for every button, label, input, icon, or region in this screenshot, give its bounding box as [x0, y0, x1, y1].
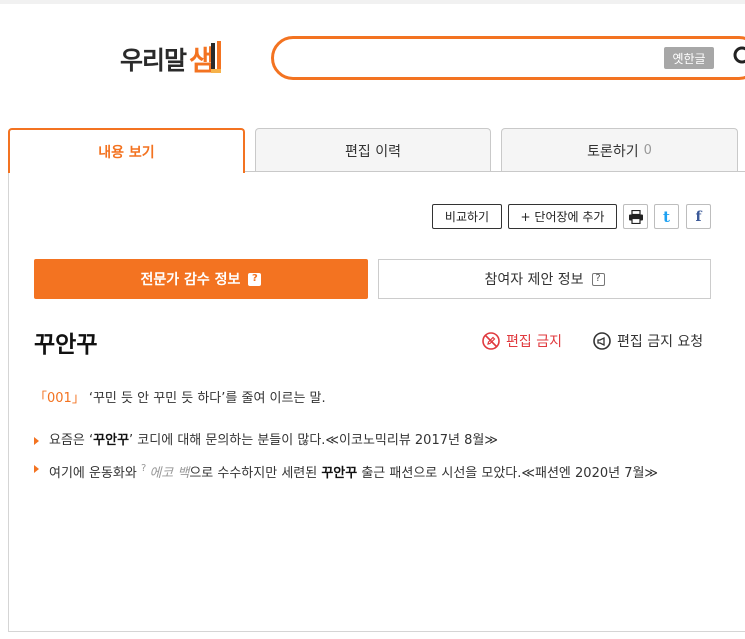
facebook-share-button[interactable]: f: [686, 204, 711, 229]
discussion-count: 0: [643, 143, 652, 158]
no-edit-icon: [482, 332, 500, 350]
headword: 꾸안꾸: [34, 332, 98, 358]
old-hangul-button[interactable]: 옛한글: [664, 47, 714, 69]
logo-bar: [211, 43, 216, 69]
edit-request-label: 편집 금지 요청: [617, 334, 704, 350]
example-text: 요즘은 ‘: [49, 433, 94, 448]
top-shade: [0, 0, 745, 4]
logo-bar: [217, 41, 222, 71]
definition-number: 「001」: [34, 391, 85, 406]
tab-label: 편집 이력: [345, 143, 401, 160]
twitter-icon: t: [663, 207, 670, 226]
print-button[interactable]: [623, 204, 648, 229]
help-icon[interactable]: ?: [248, 272, 262, 286]
example-item: 여기에 운동화와 ? 에코 백으로 수수하지만 세련된 꾸안꾸 출근 패션으로 시…: [34, 458, 724, 485]
example-headword: 꾸안꾸: [93, 433, 130, 448]
example-text: 으로 수수하지만 세련된: [189, 466, 322, 481]
search-icon[interactable]: [732, 45, 745, 69]
info-tab-label: 전문가 감수 정보: [140, 272, 241, 288]
add-to-wordbook-button[interactable]: + 단어장에 추가: [508, 204, 617, 229]
unverified-word-mark[interactable]: ?: [141, 463, 146, 474]
example-list: 요즘은 ‘꾸안꾸’ 코디에 대해 문의하는 분들이 많다.≪이코노믹리뷰 201…: [34, 430, 724, 491]
search-input[interactable]: [292, 47, 652, 69]
tab-participant-suggestion-info[interactable]: 참여자 제안 정보 ?: [378, 259, 711, 299]
site-logo[interactable]: 우리말 샘: [120, 38, 227, 80]
logo-bar: [211, 69, 222, 73]
help-icon[interactable]: ?: [591, 272, 605, 286]
logo-text: 우리말: [120, 46, 187, 75]
megaphone-icon: [593, 332, 611, 350]
tab-view-content[interactable]: 내용 보기: [8, 128, 245, 173]
definition-text: ‘꾸민 듯 안 꾸민 듯 하다’를 줄여 이르는 말.: [88, 391, 326, 406]
print-icon: [628, 209, 643, 224]
bullet-arrow-icon: [34, 465, 39, 473]
compare-button[interactable]: 비교하기: [432, 204, 502, 229]
example-item: 요즘은 ‘꾸안꾸’ 코디에 대해 문의하는 분들이 많다.≪이코노믹리뷰 201…: [34, 430, 724, 452]
tab-expert-review-info[interactable]: 전문가 감수 정보 ?: [34, 259, 368, 299]
search-box: 옛한글: [271, 36, 745, 80]
twitter-share-button[interactable]: t: [654, 204, 679, 229]
unverified-word: 에코 백: [149, 466, 190, 481]
definition: 「001」 ‘꾸민 듯 안 꾸민 듯 하다’를 줄여 이르는 말.: [34, 387, 326, 406]
example-headword: 꾸안꾸: [321, 466, 358, 481]
example-text: 여기에 운동화와: [49, 466, 141, 481]
tab-edit-history[interactable]: 편집 이력: [255, 128, 491, 172]
facebook-icon: f: [695, 208, 702, 225]
example-text: 출근 패션으로 시선을 모았다.≪패션엔 2020년 7월≫: [357, 466, 659, 481]
example-text: ’ 코디에 대해 문의하는 분들이 많다.≪이코노믹리뷰 2017년 8월≫: [129, 433, 498, 448]
edit-ban-status: 편집 금지: [481, 331, 562, 351]
edit-ban-request-button[interactable]: 편집 금지 요청: [592, 331, 703, 351]
tab-discussion[interactable]: 토론하기 0: [501, 128, 738, 172]
tab-label: 내용 보기: [98, 144, 155, 161]
logo-mark: 샘: [187, 39, 227, 79]
tab-label: 토론하기: [587, 143, 639, 160]
info-tab-label: 참여자 제안 정보: [484, 272, 584, 288]
bullet-arrow-icon: [34, 437, 39, 445]
edit-ban-label: 편집 금지: [506, 334, 562, 350]
